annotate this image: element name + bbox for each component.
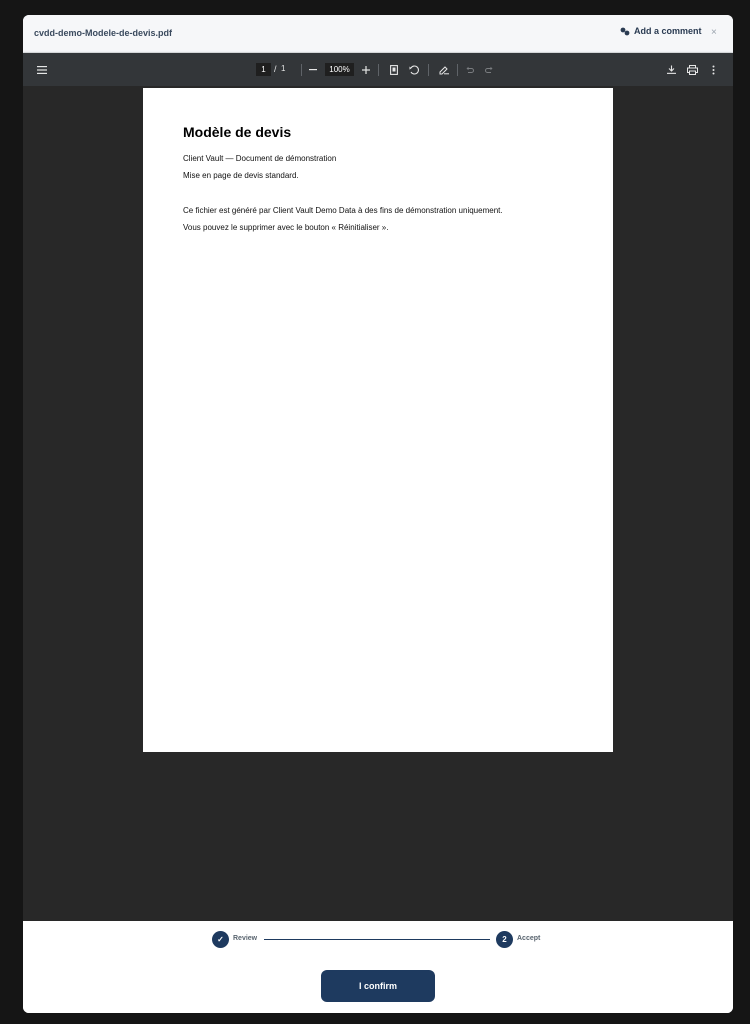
more-icon[interactable]	[709, 63, 717, 76]
pdf-page: Modèle de devis Client Vault — Document …	[143, 88, 613, 752]
add-comment-button[interactable]: Add a comment	[620, 26, 702, 36]
rotate-icon[interactable]	[408, 63, 419, 76]
undo-icon[interactable]	[465, 63, 475, 76]
toolbar-divider	[378, 64, 379, 76]
print-icon[interactable]	[686, 63, 698, 76]
menu-icon[interactable]	[36, 63, 48, 76]
document-line: Client Vault — Document de démonstration	[183, 154, 337, 163]
zoom-out-icon[interactable]	[308, 63, 318, 76]
toolbar-divider	[428, 64, 429, 76]
add-comment-label: Add a comment	[634, 26, 702, 36]
download-icon[interactable]	[666, 63, 677, 76]
page-number-input[interactable]: 1	[256, 63, 271, 76]
document-line: Mise en page de devis standard.	[183, 171, 299, 180]
pdf-viewer[interactable]: Modèle de devis Client Vault — Document …	[23, 86, 733, 921]
toolbar-divider	[457, 64, 458, 76]
document-title: Modèle de devis	[183, 124, 292, 140]
stepper-connector	[264, 939, 490, 940]
step-accept-marker: 2	[496, 931, 513, 948]
page-total: 1	[281, 64, 286, 73]
document-line: Vous pouvez le supprimer avec le bouton …	[183, 223, 389, 232]
modal-header: cvdd-demo-Modele-de-devis.pdf Add a comm…	[23, 15, 733, 53]
redo-icon[interactable]	[484, 63, 494, 76]
pdf-toolbar: 1 / 1 100%	[23, 53, 733, 86]
confirm-button[interactable]: I confirm	[321, 970, 435, 1002]
zoom-input[interactable]: 100%	[325, 63, 354, 76]
step-accept-label: Accept	[517, 935, 541, 942]
modal-footer: ✓ Review 2 Accept I confirm	[23, 921, 733, 1013]
fit-page-icon[interactable]	[389, 63, 399, 76]
close-button[interactable]: ×	[711, 27, 717, 38]
zoom-in-icon[interactable]	[361, 63, 371, 76]
document-modal: cvdd-demo-Modele-de-devis.pdf Add a comm…	[23, 15, 733, 1013]
annotate-icon[interactable]	[438, 63, 449, 76]
document-line: Ce fichier est généré par Client Vault D…	[183, 206, 503, 215]
comment-icon	[620, 27, 630, 36]
page-separator: /	[274, 64, 277, 74]
step-review-marker: ✓	[212, 931, 229, 948]
toolbar-divider	[301, 64, 302, 76]
step-review-label: Review	[233, 935, 258, 942]
file-title: cvdd-demo-Modele-de-devis.pdf	[34, 28, 173, 38]
